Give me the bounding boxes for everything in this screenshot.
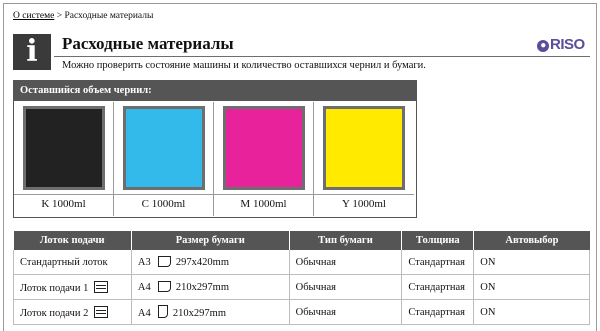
paper-size-cell: A4 210x297mm xyxy=(131,299,290,325)
paper-type-cell: Обычная xyxy=(289,299,403,325)
breadcrumb-separator: > xyxy=(54,11,65,21)
ink-label-y: Y 1000ml xyxy=(342,198,386,210)
paper-type-cell: Обычная xyxy=(289,250,403,275)
paper-type-cell: Обычная xyxy=(289,274,403,300)
paper-size-dims: 297x420mm xyxy=(175,257,229,268)
column-header-size: Размер бумаги xyxy=(131,231,290,250)
paper-size-dims: 210x297mm xyxy=(175,282,229,293)
column-header-auto: Автовыбор xyxy=(473,231,590,250)
ink-panel: Оставшийся объем чернил: K 1000ml C 1000… xyxy=(13,80,417,218)
paper-size-code: A4 xyxy=(137,308,151,319)
thickness-cell: Стандартная xyxy=(401,250,475,275)
ink-divider xyxy=(314,194,414,195)
paper-size-dims: 210x297mm xyxy=(172,308,226,319)
column-header-thickness: Толщина xyxy=(401,231,475,250)
paper-size-code: A4 xyxy=(137,282,151,293)
riso-logo-icon: ● xyxy=(537,40,549,52)
table-row: Лоток подачи 1 A4 210x297mm Обычная Станд… xyxy=(13,274,590,300)
auto-select-cell: ON xyxy=(473,299,590,325)
ink-label-m: M 1000ml xyxy=(240,198,287,210)
table-header-row: Лоток подачи Размер бумаги Тип бумаги То… xyxy=(13,231,590,250)
tray-name-cell: Лоток подачи 2 xyxy=(13,299,132,325)
ink-label-k: K 1000ml xyxy=(41,198,86,210)
auto-select-cell: ON xyxy=(473,250,590,275)
column-header-type: Тип бумаги xyxy=(289,231,403,250)
tray-name: Лоток подачи 1 xyxy=(20,282,89,294)
breadcrumb-link-system[interactable]: О системе xyxy=(13,11,54,21)
ink-divider xyxy=(214,194,313,195)
auto-select-cell: ON xyxy=(473,274,590,300)
table-row: Лоток подачи 2 A4 210x297mm Обычная Станд… xyxy=(13,299,590,325)
breadcrumb-current: Расходные материалы xyxy=(64,11,154,21)
ink-cell-k: K 1000ml xyxy=(14,102,114,216)
ink-swatch-y xyxy=(323,106,405,190)
paper-tray-icon xyxy=(94,280,109,293)
ink-label-c: C 1000ml xyxy=(141,198,186,210)
ink-divider xyxy=(114,194,213,195)
ink-swatch-k xyxy=(23,106,105,190)
column-header-tray: Лоток подачи xyxy=(13,231,132,250)
ink-cell-y: Y 1000ml xyxy=(314,102,414,216)
ink-cell-c: C 1000ml xyxy=(114,102,214,216)
breadcrumb: О системе > Расходные материалы xyxy=(13,11,153,21)
tray-name-cell: Стандартный лоток xyxy=(13,250,132,275)
landscape-orientation-icon xyxy=(157,256,171,267)
riso-logo-text: RISO xyxy=(550,36,585,53)
table-row: Стандартный лоток A3 297x420mm Обычная Ст… xyxy=(13,250,590,275)
riso-logo: ● RISO xyxy=(537,36,585,53)
info-icon: i xyxy=(13,34,51,70)
paper-tray-icon xyxy=(94,305,109,318)
tray-name: Стандартный лоток xyxy=(20,256,108,268)
paper-size-cell: A3 297x420mm xyxy=(131,250,290,275)
ink-swatch-c xyxy=(123,106,205,190)
tray-name-cell: Лоток подачи 1 xyxy=(13,274,132,300)
ink-divider xyxy=(14,194,113,195)
paper-size-code: A3 xyxy=(137,257,151,268)
thickness-cell: Стандартная xyxy=(401,299,475,325)
ink-heading: Оставшийся объем чернил: xyxy=(14,81,416,101)
thickness-cell: Стандартная xyxy=(401,274,475,300)
page-title: Расходные материалы xyxy=(62,34,234,53)
ink-cell-m: M 1000ml xyxy=(214,102,314,216)
paper-size-cell: A4 210x297mm xyxy=(131,274,290,300)
tray-name: Лоток подачи 2 xyxy=(20,307,89,319)
title-divider xyxy=(54,56,590,57)
tray-table: Лоток подачи Размер бумаги Тип бумаги То… xyxy=(13,231,590,325)
portrait-orientation-icon xyxy=(157,305,168,318)
page-subtitle: Можно проверить состояние машины и колич… xyxy=(62,60,426,71)
ink-swatch-m xyxy=(223,106,305,190)
landscape-orientation-icon xyxy=(157,281,171,292)
